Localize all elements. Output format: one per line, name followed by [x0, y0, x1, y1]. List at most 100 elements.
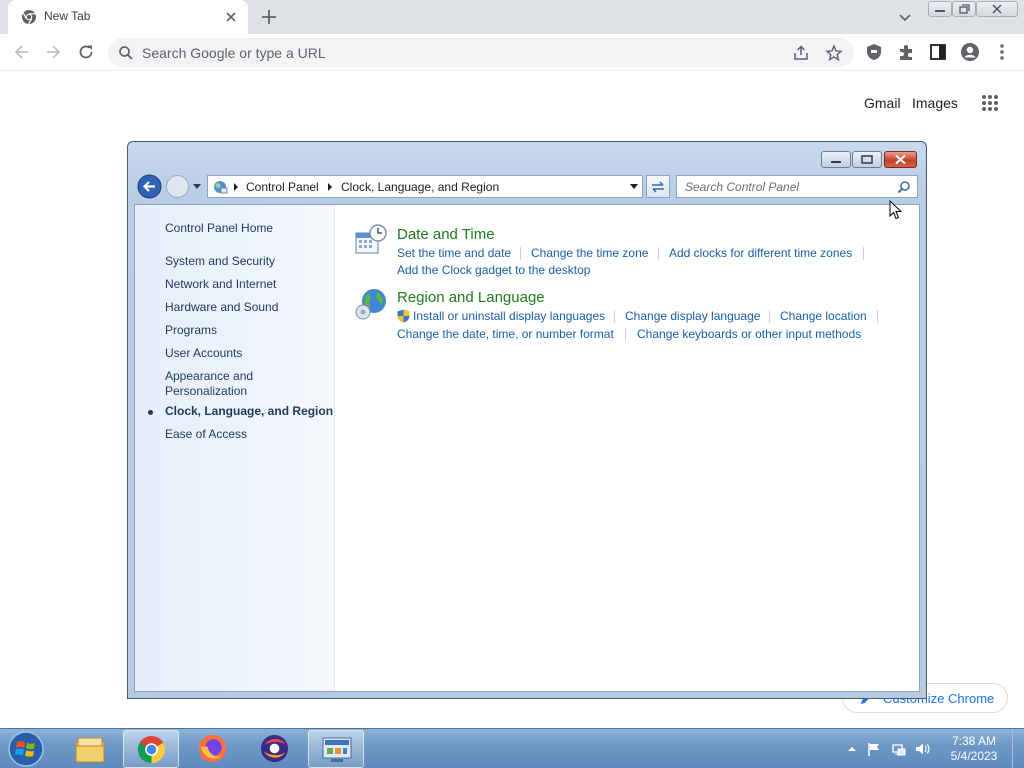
link-change-location[interactable]: Change location [780, 309, 867, 323]
sidebar-item-personalization[interactable]: Personalization [165, 384, 247, 398]
control-panel-window: Control Panel Clock, Language, and Regio… [127, 141, 927, 699]
link-separator [625, 328, 626, 341]
cp-search-placeholder: Search Control Panel [685, 180, 800, 194]
cp-close-button[interactable] [884, 151, 917, 168]
sidebar-item-network-internet[interactable]: Network and Internet [165, 277, 276, 291]
cp-address-bar[interactable]: Control Panel Clock, Language, and Regio… [207, 175, 643, 198]
cp-minimize-button[interactable] [821, 151, 851, 168]
tab-title: New Tab [44, 9, 91, 23]
gmail-link[interactable]: Gmail [864, 95, 901, 111]
link-change-time-zone[interactable]: Change the time zone [531, 246, 648, 260]
link-separator [658, 247, 659, 260]
firefox-icon [198, 734, 227, 763]
google-apps-icon[interactable] [981, 94, 999, 112]
breadcrumb-arrow-icon[interactable] [327, 183, 333, 191]
sidebar-item-user-accounts[interactable]: User Accounts [165, 346, 242, 360]
search-icon [119, 46, 133, 60]
taskbar-chrome[interactable] [123, 730, 179, 768]
chrome-icon [22, 10, 36, 25]
link-separator [769, 310, 770, 323]
browser-toolbar: Search Google or type a URL [0, 34, 1024, 71]
action-center-flag-icon[interactable] [866, 741, 882, 757]
cp-refresh-button[interactable] [646, 175, 670, 198]
clock-date: 5/4/2023 [950, 749, 998, 763]
link-install-display-languages[interactable]: Install or uninstall display languages [413, 309, 605, 323]
app-icon [260, 734, 289, 763]
minimize-button[interactable] [928, 1, 952, 17]
cp-forward-button[interactable] [165, 174, 190, 199]
link-set-time-date[interactable]: Set the time and date [397, 246, 511, 260]
close-window-button[interactable] [976, 1, 1018, 17]
taskbar-clock[interactable]: 7:38 AM 5/4/2023 [944, 734, 1004, 764]
taskbar-control-panel[interactable] [308, 730, 364, 768]
breadcrumb-control-panel[interactable]: Control Panel [246, 180, 319, 194]
tab-new-tab[interactable]: New Tab [8, 0, 248, 34]
sidebar-item-clock-language-region: Clock, Language, and Region [165, 404, 334, 418]
link-add-clock-gadget[interactable]: Add the Clock gadget to the desktop [397, 263, 590, 277]
images-link[interactable]: Images [912, 95, 958, 111]
volume-icon[interactable] [914, 741, 930, 757]
globe-icon[interactable] [354, 287, 388, 321]
date-time-icon[interactable] [354, 223, 388, 257]
chrome-icon [137, 735, 166, 764]
file-explorer-icon [75, 737, 105, 763]
link-separator [614, 310, 615, 323]
restore-button[interactable] [952, 1, 976, 17]
link-change-display-language[interactable]: Change display language [625, 309, 760, 323]
link-change-date-format[interactable]: Change the date, time, or number format [397, 327, 614, 341]
omnibox-placeholder: Search Google or type a URL [142, 45, 326, 61]
taskbar-firefox[interactable] [185, 730, 241, 768]
category-date-time[interactable]: Date and Time [397, 226, 495, 243]
cp-maximize-button[interactable] [852, 151, 882, 168]
mouse-cursor-icon [889, 200, 903, 220]
sidebar-item-control-panel-home[interactable]: Control Panel Home [165, 221, 273, 235]
tab-strip: New Tab [0, 0, 1024, 34]
new-tab-button[interactable] [258, 6, 280, 28]
clock-time: 7:38 AM [951, 734, 997, 748]
start-button[interactable] [6, 730, 46, 768]
cp-back-button[interactable] [137, 174, 162, 199]
taskbar: 7:38 AM 5/4/2023 [0, 728, 1024, 768]
link-change-keyboards[interactable]: Change keyboards or other input methods [637, 327, 861, 341]
sidebar-item-hardware-sound[interactable]: Hardware and Sound [165, 300, 278, 314]
side-panel-icon[interactable] [928, 42, 948, 62]
link-add-clocks[interactable]: Add clocks for different time zones [669, 246, 852, 260]
reload-icon[interactable] [76, 42, 96, 62]
recent-pages-chevron-icon[interactable] [192, 183, 202, 191]
close-icon[interactable] [222, 8, 240, 26]
chevron-down-icon[interactable] [896, 8, 914, 26]
back-icon[interactable] [12, 42, 32, 62]
more-menu-icon[interactable] [992, 42, 1012, 62]
uac-shield-icon [397, 309, 410, 323]
breadcrumb-clock-language-region[interactable]: Clock, Language, and Region [341, 180, 499, 194]
show-hidden-icons-icon[interactable] [844, 741, 860, 757]
sidebar-item-system-security[interactable]: System and Security [165, 254, 275, 268]
shield-extension-icon[interactable] [864, 42, 884, 62]
forward-icon[interactable] [43, 42, 63, 62]
current-item-bullet [148, 410, 153, 415]
network-icon[interactable] [891, 741, 907, 757]
sidebar-item-programs[interactable]: Programs [165, 323, 217, 337]
bookmark-star-icon[interactable] [825, 44, 843, 62]
search-icon[interactable] [897, 180, 911, 194]
category-region-language[interactable]: Region and Language [397, 289, 545, 306]
profile-avatar-icon[interactable] [960, 42, 980, 62]
sidebar-item-ease-of-access[interactable]: Ease of Access [165, 427, 247, 441]
link-separator [520, 247, 521, 260]
taskbar-file-explorer[interactable] [62, 730, 118, 768]
control-panel-icon [322, 737, 352, 762]
breadcrumb-arrow-icon[interactable] [233, 183, 239, 191]
sidebar-item-appearance[interactable]: Appearance and [165, 369, 253, 383]
cp-search-input[interactable]: Search Control Panel [676, 175, 918, 198]
cp-sidebar: Control Panel Home System and Security N… [135, 205, 335, 691]
omnibox[interactable]: Search Google or type a URL [108, 38, 854, 67]
control-panel-icon [214, 181, 228, 194]
extensions-icon[interactable] [896, 42, 916, 62]
link-separator [863, 247, 864, 260]
show-desktop-button[interactable] [1012, 729, 1024, 768]
refresh-icon [652, 181, 664, 193]
share-icon[interactable] [792, 44, 810, 62]
taskbar-app[interactable] [247, 730, 303, 768]
cp-content: Control Panel Home System and Security N… [134, 204, 920, 692]
address-dropdown-icon[interactable] [629, 184, 639, 190]
